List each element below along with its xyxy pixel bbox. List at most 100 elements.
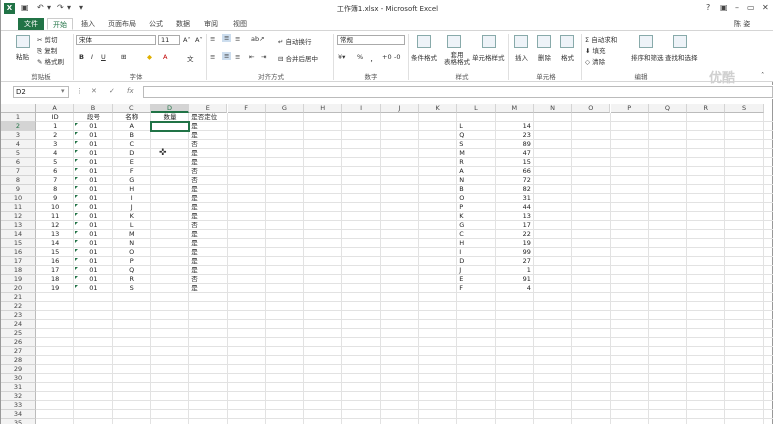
cell-id[interactable]: 19 xyxy=(36,284,74,293)
cell-segment[interactable]: 01 xyxy=(74,194,112,203)
formula-input[interactable] xyxy=(143,86,773,98)
cell-positioned[interactable]: 是 xyxy=(189,185,243,194)
column-header-k[interactable]: K xyxy=(419,104,458,113)
cell-name[interactable]: H xyxy=(113,185,151,194)
find-select-icon[interactable] xyxy=(673,35,687,48)
cell-segment[interactable]: 01 xyxy=(74,230,112,239)
cell-name[interactable]: F xyxy=(113,167,151,176)
column-header-s[interactable]: S xyxy=(725,104,764,113)
row-header-10[interactable]: 10 xyxy=(1,194,36,203)
column-header-a[interactable]: A xyxy=(36,104,75,113)
row-header-9[interactable]: 9 xyxy=(1,185,36,194)
cell-letter[interactable]: G xyxy=(457,221,495,230)
border-icon[interactable]: ⊞ xyxy=(121,53,126,61)
row-header-28[interactable]: 28 xyxy=(1,356,36,365)
format-as-table-button[interactable]: 套用 表格格式 xyxy=(444,52,470,66)
conditional-format-icon[interactable] xyxy=(417,35,431,48)
row-header-22[interactable]: 22 xyxy=(1,302,36,311)
cell-number[interactable]: 47 xyxy=(496,149,534,158)
row-header-8[interactable]: 8 xyxy=(1,176,36,185)
cut-button[interactable]: ✂ 剪切 xyxy=(37,34,58,44)
cell-letter[interactable]: H xyxy=(457,239,495,248)
row-header-19[interactable]: 19 xyxy=(1,275,36,284)
cell-positioned[interactable]: 是 xyxy=(189,212,243,221)
column-header-c[interactable]: C xyxy=(112,104,151,113)
row-header-3[interactable]: 3 xyxy=(1,131,36,140)
column-header-h[interactable]: H xyxy=(304,104,343,113)
cell-name[interactable]: C xyxy=(113,140,151,149)
column-header-g[interactable]: G xyxy=(265,104,305,113)
header-cell-b[interactable]: 段号 xyxy=(74,113,112,122)
cell-segment[interactable]: 01 xyxy=(74,167,112,176)
comma-button[interactable]: ， xyxy=(370,53,377,63)
cell-positioned[interactable]: 否 xyxy=(189,221,243,230)
row-header-21[interactable]: 21 xyxy=(1,293,36,302)
cell-number[interactable]: 89 xyxy=(496,140,534,149)
percent-button[interactable]: % xyxy=(357,53,363,61)
enter-icon[interactable]: ✓ xyxy=(109,87,115,95)
cell-segment[interactable]: 01 xyxy=(74,185,112,194)
cell-letter[interactable]: D xyxy=(457,257,495,266)
cell-name[interactable]: P xyxy=(113,257,151,266)
row-header-15[interactable]: 15 xyxy=(1,239,36,248)
format-painter-button[interactable]: ✎ 格式刷 xyxy=(37,56,64,66)
decrease-decimal-icon[interactable]: -0 xyxy=(394,53,400,61)
row-header-35[interactable]: 35 xyxy=(1,419,36,424)
currency-icon[interactable]: ¥▾ xyxy=(338,53,345,61)
cell-segment[interactable]: 01 xyxy=(74,131,112,140)
row-header-18[interactable]: 18 xyxy=(1,266,36,275)
cell-id[interactable]: 8 xyxy=(36,185,74,194)
row-header-27[interactable]: 27 xyxy=(1,347,36,356)
row-header-16[interactable]: 16 xyxy=(1,248,36,257)
cell-positioned[interactable]: 否 xyxy=(189,140,243,149)
cell-number[interactable]: 4 xyxy=(496,284,534,293)
row-header-17[interactable]: 17 xyxy=(1,257,36,266)
row-header-4[interactable]: 4 xyxy=(1,140,36,149)
cell-positioned[interactable]: 是 xyxy=(189,131,243,140)
format-button[interactable]: 格式 xyxy=(561,52,574,62)
header-cell-e[interactable]: 是否定位 xyxy=(189,113,243,122)
tab-home[interactable]: 开始 xyxy=(47,18,73,30)
row-header-32[interactable]: 32 xyxy=(1,392,36,401)
cell-id[interactable]: 17 xyxy=(36,266,74,275)
cell-letter[interactable]: E xyxy=(457,275,495,284)
cell-positioned[interactable]: 是 xyxy=(189,158,243,167)
cell-number[interactable]: 15 xyxy=(496,158,534,167)
cell-letter[interactable]: B xyxy=(457,185,495,194)
tab-insert[interactable]: 插入 xyxy=(81,18,95,30)
cell-positioned[interactable]: 是 xyxy=(189,266,243,275)
cell-name[interactable]: O xyxy=(113,248,151,257)
cell-segment[interactable]: 01 xyxy=(74,203,112,212)
delete-cells-icon[interactable] xyxy=(537,35,551,48)
cell-positioned[interactable]: 是 xyxy=(189,239,243,248)
insert-function-icon[interactable]: fx xyxy=(127,87,134,95)
tab-review[interactable]: 审阅 xyxy=(204,18,218,30)
cell-letter[interactable]: F xyxy=(457,284,495,293)
format-cells-icon[interactable] xyxy=(560,35,574,48)
cell-name[interactable]: K xyxy=(113,212,151,221)
find-select-button[interactable]: 查找和选择 xyxy=(665,52,698,62)
cell-segment[interactable]: 01 xyxy=(74,176,112,185)
cell-letter[interactable]: R xyxy=(457,158,495,167)
cell-positioned[interactable]: 是 xyxy=(189,122,243,131)
cell-name[interactable]: I xyxy=(113,194,151,203)
font-name-select[interactable]: 宋体 xyxy=(76,35,156,45)
row-header-24[interactable]: 24 xyxy=(1,320,36,329)
cell-id[interactable]: 6 xyxy=(36,167,74,176)
cell-number[interactable]: 27 xyxy=(496,257,534,266)
cell-name[interactable]: G xyxy=(113,176,151,185)
row-header-12[interactable]: 12 xyxy=(1,212,36,221)
cell-letter[interactable]: P xyxy=(457,203,495,212)
column-header-m[interactable]: M xyxy=(495,104,534,113)
cell-letter[interactable]: A xyxy=(457,167,495,176)
insert-cells-icon[interactable] xyxy=(514,35,528,48)
cell-letter[interactable]: N xyxy=(457,176,495,185)
cell-segment[interactable]: 01 xyxy=(74,275,112,284)
tab-formulas[interactable]: 公式 xyxy=(149,18,163,30)
cell-styles-icon[interactable] xyxy=(482,35,496,48)
cell-letter[interactable]: I xyxy=(457,248,495,257)
increase-decimal-icon[interactable]: +0 xyxy=(382,53,392,61)
column-header-b[interactable]: B xyxy=(74,104,113,113)
cell-id[interactable]: 11 xyxy=(36,212,74,221)
cell-number[interactable]: 1 xyxy=(496,266,534,275)
